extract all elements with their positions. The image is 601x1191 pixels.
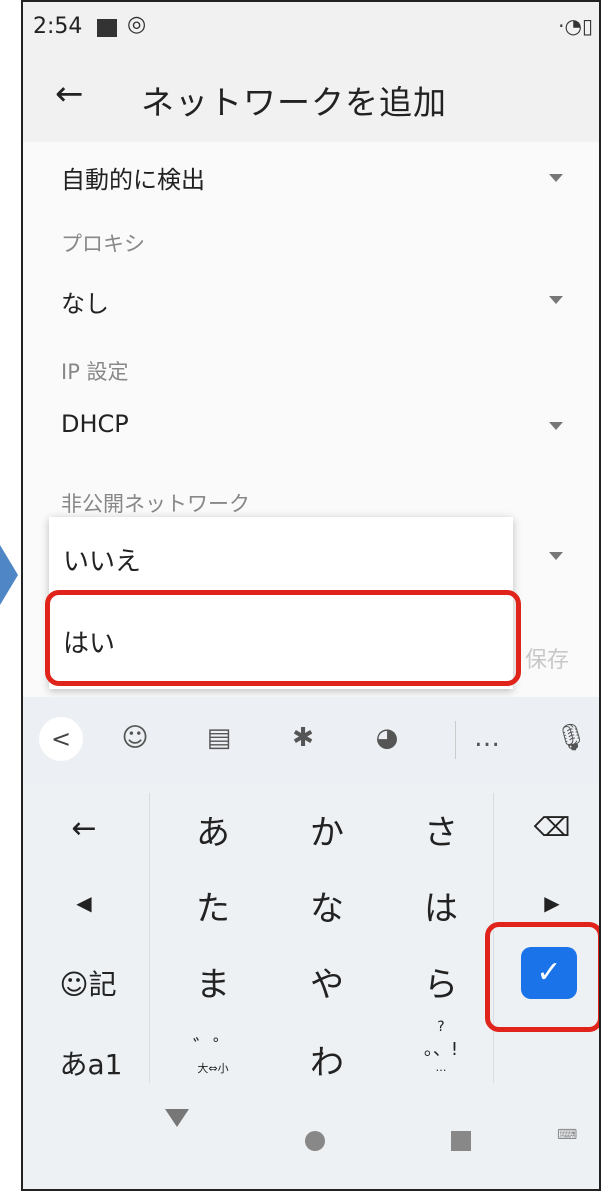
pointer-arrow <box>0 545 18 605</box>
chevron-down-icon[interactable] <box>549 174 563 182</box>
ip-settings-label: IP 設定 <box>61 360 129 384</box>
input-mode-key[interactable]: あa1 <box>43 1043 139 1083</box>
phone-screen: 2:54 ◎ ·◔▯ ← ネットワークを追加 自動的に検出 プロキシ なし IP… <box>21 0 601 1191</box>
back-arrow-icon[interactable]: ← <box>55 74 84 114</box>
ip-settings-select[interactable]: DHCP <box>61 410 129 438</box>
dropdown-option-label: いいえ <box>63 547 142 577</box>
keyboard-toolbar: < ☺ ▤ ✱ ◕ … 🎙 <box>23 697 599 783</box>
punctuation-sub-label: … <box>435 1061 447 1074</box>
key-ya[interactable]: や <box>287 957 367 1006</box>
key-na[interactable]: な <box>287 881 367 930</box>
palette-icon[interactable]: ◕ <box>367 723 407 753</box>
highlight-box-enter <box>485 922 599 1032</box>
keyboard-switch-icon[interactable]: ⌨ <box>557 1127 577 1143</box>
key-a[interactable]: あ <box>173 805 253 854</box>
key-ma[interactable]: ま <box>173 957 253 1006</box>
proxy-select[interactable]: なし <box>61 284 109 319</box>
chevron-down-icon[interactable] <box>549 422 563 430</box>
sticker-icon[interactable]: ☺ <box>115 723 155 753</box>
cursor-right-key[interactable]: ▶ <box>517 891 587 915</box>
punctuation-key[interactable]: ? 。、! … <box>401 1019 481 1074</box>
key-ha[interactable]: は <box>401 881 481 930</box>
clipboard-icon[interactable]: ▤ <box>199 723 239 753</box>
punctuation-label: 。、! <box>423 1039 459 1060</box>
key-wa[interactable]: わ <box>287 1035 367 1084</box>
cursor-left-key[interactable]: ◀ <box>49 891 119 915</box>
nav-recents-icon[interactable] <box>451 1131 471 1151</box>
nav-back-icon[interactable] <box>165 1109 189 1127</box>
undo-key[interactable]: ← <box>49 811 119 846</box>
chevron-down-icon[interactable] <box>549 552 563 560</box>
more-button[interactable]: … <box>467 723 507 753</box>
status-bar: 2:54 ◎ ·◔▯ <box>23 2 599 54</box>
punctuation-top-label: ? <box>437 1019 445 1035</box>
chevron-down-icon[interactable] <box>549 296 563 304</box>
dakuten-label: ゛゜ <box>193 1035 233 1059</box>
emoji-symbol-key[interactable]: ☺記 <box>43 963 133 1003</box>
proxy-auto-select[interactable]: 自動的に検出 <box>61 160 205 195</box>
key-ka[interactable]: か <box>287 805 367 854</box>
mic-icon[interactable]: 🎙 <box>551 723 591 753</box>
notification-icon <box>97 19 117 37</box>
highlight-box-yes <box>45 590 521 686</box>
key-ra[interactable]: ら <box>401 957 481 1006</box>
dropdown-option-no[interactable]: いいえ <box>49 517 513 601</box>
status-time: 2:54 <box>33 14 83 39</box>
app-bar: ← ネットワークを追加 <box>23 54 599 143</box>
hidden-network-label: 非公開ネットワーク <box>61 492 250 516</box>
nav-home-icon[interactable] <box>305 1131 325 1151</box>
gear-icon[interactable]: ✱ <box>283 723 323 753</box>
page-title: ネットワークを追加 <box>141 83 447 122</box>
key-sa[interactable]: さ <box>401 805 481 854</box>
system-nav-bar: ⌨ <box>23 1091 599 1189</box>
save-button[interactable]: 保存 <box>525 642 569 674</box>
backspace-key[interactable]: ⌫ <box>517 813 587 843</box>
proxy-label: プロキシ <box>61 232 145 256</box>
toolbar-back-button[interactable]: < <box>39 717 83 761</box>
toolbar-divider <box>455 721 456 759</box>
wifi-battery-icons: ·◔▯ <box>558 14 593 38</box>
key-divider <box>149 793 150 1083</box>
sync-icon: ◎ <box>127 12 147 37</box>
key-ta[interactable]: た <box>173 881 253 930</box>
dakuten-sub-label: 大⇔小 <box>197 1062 229 1075</box>
dakuten-key[interactable]: ゛゜ 大⇔小 <box>173 1031 253 1076</box>
